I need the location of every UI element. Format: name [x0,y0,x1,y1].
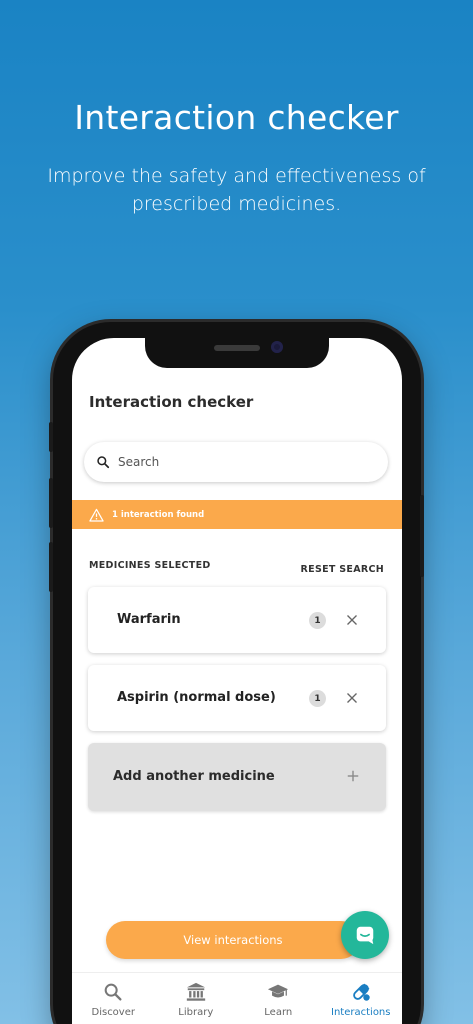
interaction-count-badge: 1 [309,612,326,629]
medicine-card[interactable]: Warfarin 1 [88,587,386,653]
camera-icon [271,341,283,353]
reset-search-button[interactable]: RESET SEARCH [301,564,384,575]
tab-label: Learn [264,1007,293,1018]
chat-button[interactable] [341,911,389,959]
section-label: MEDICINES SELECTED [89,560,211,571]
search-bar[interactable] [84,442,388,482]
close-icon[interactable] [343,611,361,629]
chat-icon [356,926,374,945]
bottom-tab-bar: Discover Library Learn Interactions [72,972,402,1024]
phone-button [49,478,53,528]
search-icon [97,456,110,469]
tab-learn[interactable]: Learn [237,973,320,1024]
search-icon [104,983,122,1001]
app-screen: Interaction checker 1 interaction found … [72,338,402,1024]
alert-text: 1 interaction found [112,509,205,520]
view-interactions-button[interactable]: View interactions [106,921,360,959]
tab-label: Interactions [331,1007,391,1018]
close-icon[interactable] [343,689,361,707]
graduation-cap-icon [268,984,289,998]
add-medicine-label: Add another medicine [113,769,275,784]
phone-button [49,422,53,452]
tab-label: Library [178,1007,214,1018]
phone-button [49,542,53,592]
tab-interactions[interactable]: Interactions [320,973,403,1024]
plus-icon [347,770,359,782]
interaction-count-badge: 1 [309,690,326,707]
tab-discover[interactable]: Discover [72,973,155,1024]
library-icon [186,982,205,1001]
phone-button [420,495,424,577]
tab-label: Discover [91,1007,136,1018]
pills-icon [352,983,370,1001]
medicine-card[interactable]: Aspirin (normal dose) 1 [88,665,386,731]
promo-title: Interaction checker [74,98,399,137]
phone-speaker [214,345,260,351]
add-medicine-button[interactable]: Add another medicine [88,743,386,811]
search-input[interactable] [118,455,358,469]
medicine-name: Warfarin [117,612,181,627]
promo-subtitle: Improve the safety and effectiveness of … [47,165,426,215]
tab-library[interactable]: Library [155,973,238,1024]
medicine-name: Aspirin (normal dose) [117,690,276,705]
phone-notch [145,338,329,368]
interaction-alert-bar[interactable]: 1 interaction found [72,500,402,529]
screen-title: Interaction checker [89,393,254,411]
warning-icon [89,508,104,522]
